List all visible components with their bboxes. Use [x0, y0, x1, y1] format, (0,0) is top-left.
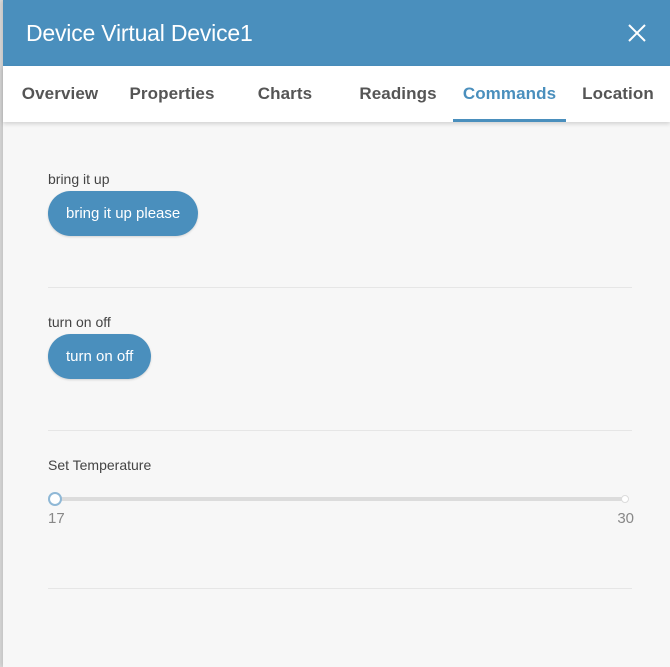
- tab-location[interactable]: Location: [566, 66, 670, 122]
- slider-min-label: 17: [48, 510, 65, 527]
- tab-charts[interactable]: Charts: [227, 66, 343, 122]
- slider-end-marker: [621, 495, 629, 503]
- command-item: Set Temperature 17 30: [48, 431, 634, 589]
- slider-thumb[interactable]: [48, 492, 62, 506]
- commands-list: bring it up bring it up please turn on o…: [3, 122, 670, 589]
- command-item: turn on off turn on off: [48, 288, 632, 431]
- tab-readings[interactable]: Readings: [343, 66, 453, 122]
- slider-track[interactable]: [55, 497, 625, 501]
- device-panel: Device Virtual Device1 Overview Properti…: [3, 0, 670, 667]
- command-label: bring it up: [48, 171, 110, 187]
- panel-title: Device Virtual Device1: [26, 19, 253, 46]
- panel-header: Device Virtual Device1: [3, 0, 670, 66]
- slider-max-label: 30: [617, 510, 634, 527]
- turn-on-off-button[interactable]: turn on off: [48, 334, 152, 379]
- command-label: Set Temperature: [48, 457, 152, 473]
- tab-overview[interactable]: Overview: [3, 66, 117, 122]
- command-label: turn on off: [48, 314, 111, 330]
- bring-it-up-button[interactable]: bring it up please: [48, 191, 199, 236]
- command-item: bring it up bring it up please: [48, 122, 632, 288]
- tab-bar: Overview Properties Charts Readings Comm…: [3, 66, 670, 122]
- close-button[interactable]: [626, 22, 648, 44]
- close-icon: [628, 24, 646, 42]
- tab-commands[interactable]: Commands: [453, 66, 566, 122]
- temperature-slider[interactable]: 17 30: [48, 491, 634, 531]
- tab-properties[interactable]: Properties: [117, 66, 227, 122]
